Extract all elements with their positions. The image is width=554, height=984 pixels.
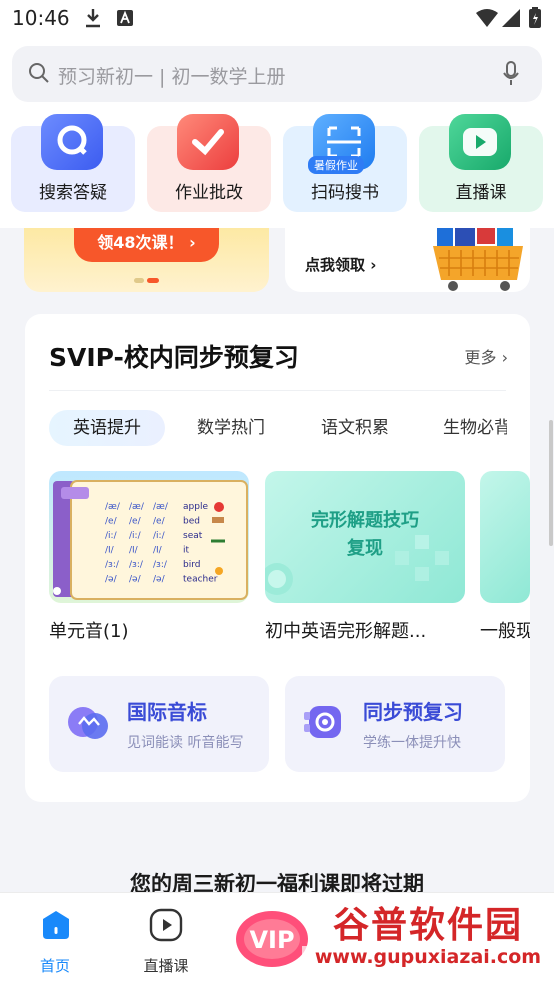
- quick-action-label: 作业批改: [175, 183, 243, 203]
- status-time: 10:46: [12, 6, 70, 30]
- more-link[interactable]: 更多 ›: [465, 344, 509, 368]
- example-word: bird: [183, 560, 200, 570]
- course-thumb-text: 完形解题技巧 复现: [311, 510, 419, 559]
- course-card[interactable]: 完形解题技巧 复现 初中英语完形解题...: [265, 471, 465, 643]
- course-title: 单元音(1): [49, 621, 129, 642]
- phonetic-symbol: /e/: [105, 517, 118, 527]
- homework-check-icon: [177, 114, 239, 170]
- tab-english[interactable]: 英语提升: [49, 410, 165, 446]
- nav-home[interactable]: 首页: [0, 893, 110, 984]
- watermark-logo: 谷普软件园 www.gupuxiazai.com: [302, 894, 554, 982]
- feature-title: 同步预复习: [363, 700, 463, 724]
- phonetic-symbol: /ɜ:/: [105, 560, 120, 570]
- course-thumbnail: /æ/ /æ/ /æ/apple/e/ /e/ /e/bed/i:/ /i:/ /i:/ se…: [49, 471, 249, 603]
- course-card[interactable]: /æ/ /æ/ /æ/apple/e/ /e/ /e/bed/i:/ /i:/ /i:/ se…: [49, 471, 249, 643]
- quick-action-label: 搜索答疑: [39, 183, 107, 203]
- claim-now-link[interactable]: 点我领取 ›: [305, 254, 376, 275]
- wifi-icon: [476, 9, 498, 27]
- course-thumbnail: 完形解题技巧 复现: [265, 471, 465, 603]
- phonetic-symbol: /ə/: [153, 575, 166, 585]
- home-icon: [43, 911, 69, 939]
- sync-review-icon: [304, 706, 341, 738]
- feature-phonetics[interactable]: 国际音标 见词能读 听音能写: [49, 676, 269, 772]
- svip-sync-review-card: SVIP-校内同步预复习 更多 › 英语提升 数学热门 语文积累 生物必背 /æ…: [25, 314, 530, 802]
- example-word: teacher: [183, 575, 218, 585]
- live-play-nav-icon: [149, 908, 183, 942]
- scrollbar[interactable]: [549, 420, 553, 546]
- course-title: 初中英语完形解题...: [265, 621, 427, 642]
- microphone-icon[interactable]: [502, 61, 520, 87]
- quick-action-label: 直播课: [455, 183, 507, 203]
- phonetic-symbol: /i:/: [105, 531, 118, 541]
- feature-title: 国际音标: [127, 700, 207, 724]
- quick-action-scan-book[interactable]: 暑假作业 扫码搜书: [283, 114, 407, 212]
- download-icon: [86, 9, 100, 28]
- course-card[interactable]: 一般现在时: [480, 471, 530, 643]
- quick-action-search-answer[interactable]: 搜索答疑: [11, 114, 135, 212]
- phonetics-icon: [68, 707, 108, 739]
- watermark-url: www.gupuxiazai.com: [302, 946, 554, 968]
- quick-action-homework-check[interactable]: 作业批改: [147, 114, 271, 212]
- phonetic-symbol: /æ/: [129, 502, 145, 512]
- watermark-text: 谷普软件园: [332, 905, 523, 946]
- live-play-icon: [449, 114, 511, 170]
- phonetic-symbol: /e/: [129, 517, 142, 527]
- search-placeholder: 预习新初一 | 初一数学上册: [58, 66, 286, 88]
- battery-icon: [529, 7, 541, 28]
- vip-badge-text: VIP: [249, 926, 294, 954]
- course-title: 一般现在时: [480, 621, 530, 642]
- vip-badge-icon[interactable]: VIP: [232, 905, 310, 969]
- phonetic-symbol: /I/: [129, 546, 139, 556]
- nav-label: 首页: [39, 957, 70, 975]
- phonetic-symbol: /i:/: [153, 531, 166, 541]
- phonetic-symbol: /i:/: [129, 531, 142, 541]
- feature-subtitle: 学练一体提升快: [363, 735, 461, 751]
- phonetic-symbol: /I/: [153, 546, 163, 556]
- feature-subtitle: 见词能读 听音能写: [127, 735, 244, 751]
- header: 预习新初一 | 初一数学上册 搜索答疑 作业批改 暑假作业 扫码搜书 直播课: [0, 38, 554, 228]
- divider: [49, 390, 506, 391]
- search-answer-icon: [41, 114, 103, 170]
- carousel-dots: [134, 278, 159, 283]
- phonetic-symbol: /ɜ:/: [153, 560, 168, 570]
- status-bar: 10:46: [0, 0, 554, 38]
- course-thumbnail: [480, 471, 530, 603]
- shopping-cart-icon: [433, 228, 523, 291]
- phonetic-symbol: /I/: [105, 546, 115, 556]
- phonetic-symbol: /ə/: [105, 575, 118, 585]
- phonetic-symbol: /e/: [153, 517, 166, 527]
- tab-math[interactable]: 数学热门: [197, 410, 265, 446]
- phonetic-symbol: /ə/: [129, 575, 142, 585]
- nav-live[interactable]: 直播课: [111, 893, 221, 984]
- promo-banner-left[interactable]: 领48次课！ ›: [24, 228, 269, 292]
- search-icon: [29, 63, 49, 83]
- example-word: it: [183, 546, 190, 556]
- example-word: bed: [183, 517, 200, 527]
- section-title: SVIP-校内同步预复习: [49, 343, 299, 372]
- phonetic-symbol: /æ/: [153, 502, 169, 512]
- example-word: seat: [183, 531, 203, 541]
- tab-biology[interactable]: 生物必背: [443, 410, 507, 446]
- quick-action-label: 扫码搜书: [311, 183, 379, 203]
- phonetic-symbol: /ɜ:/: [129, 560, 144, 570]
- feature-sync-review[interactable]: 同步预复习 学练一体提升快: [285, 676, 505, 772]
- example-word: apple: [183, 502, 208, 512]
- claim-lessons-button[interactable]: 领48次课！ ›: [74, 228, 219, 262]
- search-bar[interactable]: 预习新初一 | 初一数学上册: [12, 46, 542, 102]
- nav-label: 直播课: [143, 957, 189, 975]
- scan-book-badge: 暑假作业: [308, 156, 364, 174]
- notification-a-icon: [117, 10, 133, 26]
- signal-icon: [502, 9, 520, 27]
- promo-banner-right[interactable]: 点我领取 ›: [285, 228, 530, 292]
- quick-action-live[interactable]: 直播课: [419, 114, 543, 212]
- phonetic-symbol: /æ/: [105, 502, 121, 512]
- tab-chinese[interactable]: 语文积累: [321, 410, 389, 446]
